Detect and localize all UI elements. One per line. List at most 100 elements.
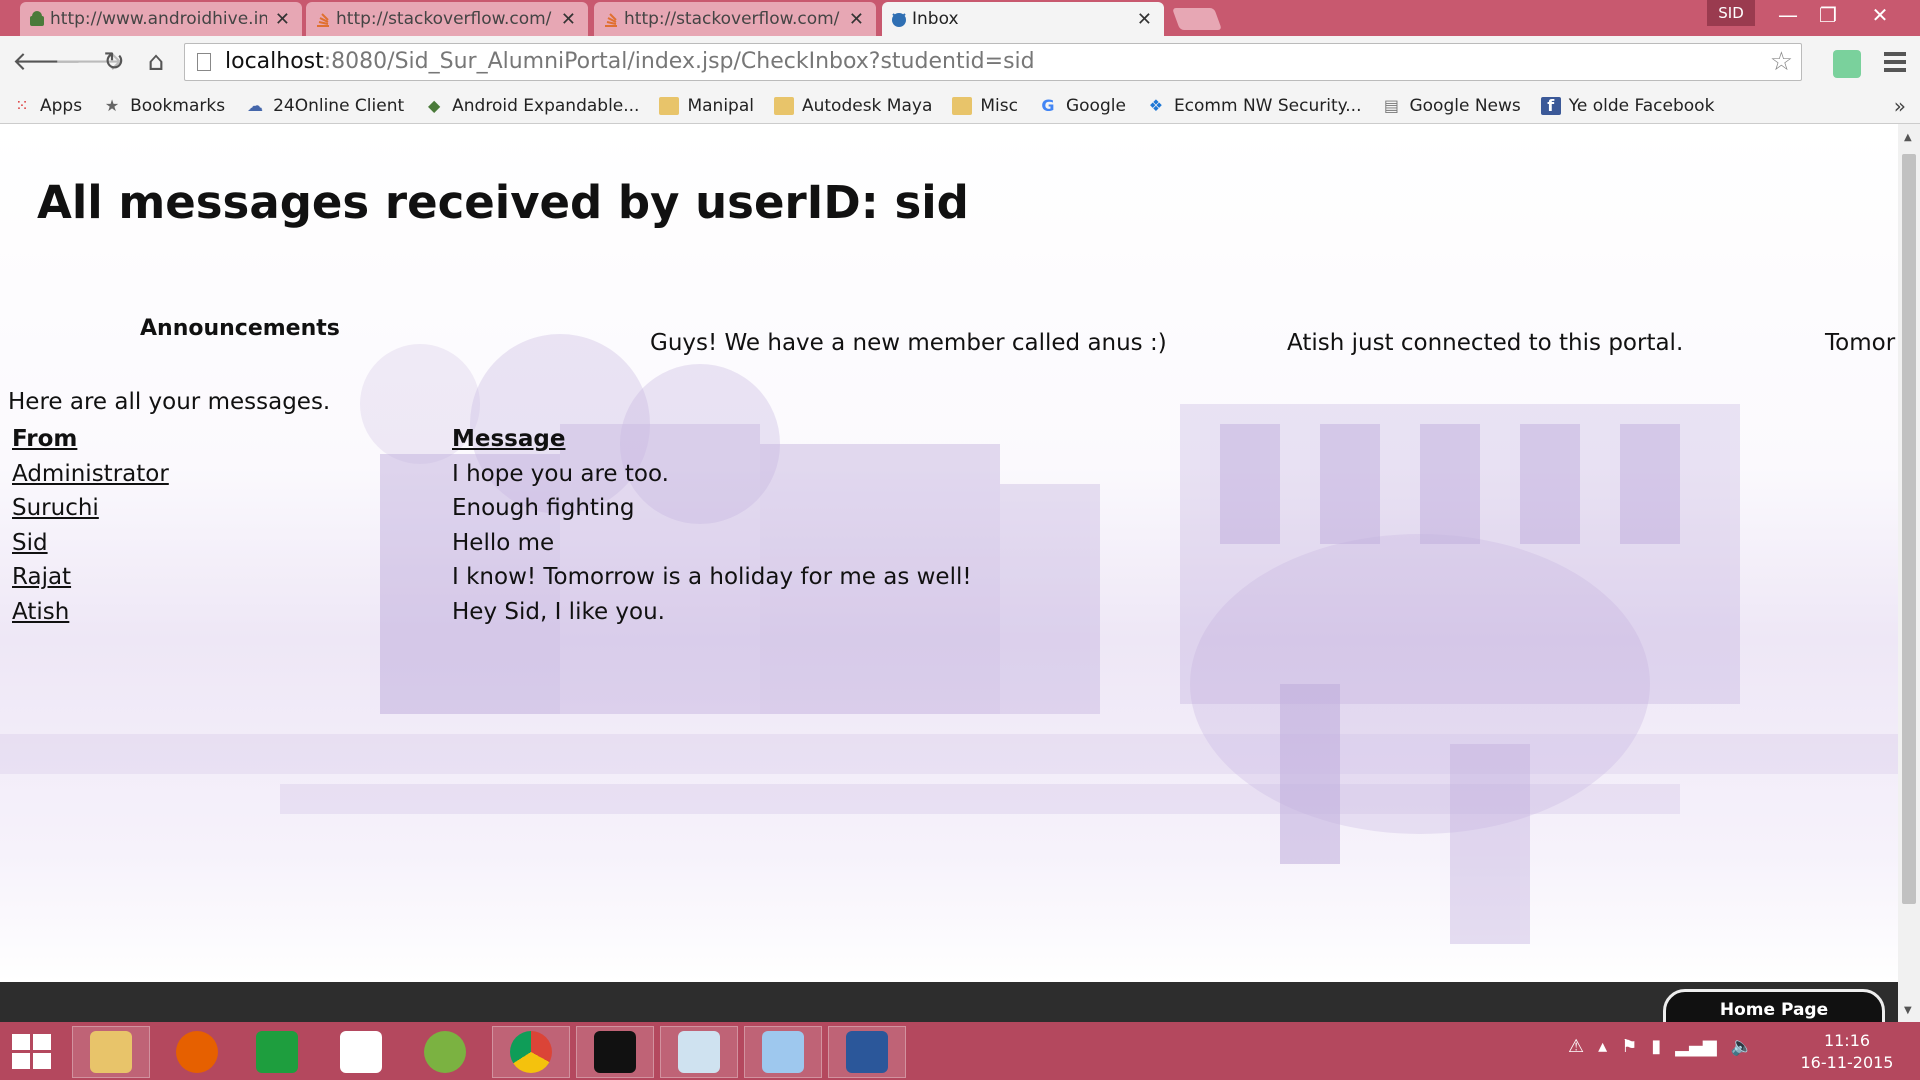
- browser-toolbar: 🡐 🡒 ↻ ⌂ localhost:8080/Sid_Sur_AlumniPor…: [0, 36, 1920, 88]
- utorrent-icon[interactable]: [406, 1026, 484, 1078]
- sender-link[interactable]: Administrator: [12, 461, 169, 487]
- bookmark-label: Android Expandable...: [452, 95, 640, 116]
- network-icon[interactable]: ▂▄▆: [1675, 1036, 1717, 1057]
- minimize-icon[interactable]: —: [1768, 0, 1808, 30]
- cmd-icon[interactable]: [576, 1026, 654, 1078]
- column-header-from[interactable]: From: [12, 426, 452, 452]
- scroll-down-icon[interactable]: ▼: [1904, 1005, 1912, 1016]
- star-icon: ★: [104, 95, 120, 115]
- tab-strip: http://www.androidhive.in ✕ http://stack…: [0, 0, 1920, 36]
- new-tab-button[interactable]: [1171, 8, 1223, 30]
- bookmark-manipal[interactable]: Manipal: [659, 96, 754, 116]
- windows-start-icon[interactable]: [12, 1034, 52, 1070]
- table-row: Atish Hey Sid, I like you.: [12, 595, 972, 630]
- bookmark-bookmarks[interactable]: ★ Bookmarks: [102, 96, 225, 116]
- bookmark-label: 24Online Client: [273, 95, 405, 116]
- apps-grid-icon: ⁙: [15, 95, 29, 115]
- table-row: Administrator I hope you are too.: [12, 457, 972, 492]
- android-icon: [30, 11, 44, 26]
- close-tab-icon[interactable]: ✕: [275, 9, 290, 30]
- reload-icon[interactable]: ↻: [98, 46, 130, 78]
- message-text: Hello me: [452, 529, 555, 556]
- bookmark-apps[interactable]: ⁙ Apps: [12, 96, 82, 116]
- close-tab-icon[interactable]: ✕: [561, 9, 576, 30]
- bookmark-label: Ecomm NW Security...: [1173, 95, 1362, 116]
- announcements-label: Announcements: [140, 316, 340, 341]
- tab-title: Inbox: [912, 9, 959, 29]
- bookmark-label: Google: [1065, 95, 1126, 116]
- restore-icon[interactable]: ❐: [1808, 0, 1848, 30]
- bookmarks-overflow-button[interactable]: »: [1894, 88, 1906, 124]
- sender-link[interactable]: Sid: [12, 530, 48, 556]
- close-tab-icon[interactable]: ✕: [1137, 9, 1152, 30]
- window-icon[interactable]: [660, 1026, 738, 1078]
- table-row: Rajat I know! Tomorrow is a holiday for …: [12, 560, 972, 595]
- message-text: I hope you are too.: [452, 460, 669, 487]
- tab-title: http://stackoverflow.com/: [624, 9, 840, 29]
- bookmark-label: Autodesk Maya: [801, 95, 933, 116]
- back-icon[interactable]: 🡐: [12, 46, 82, 78]
- scroll-up-icon[interactable]: ▲: [1904, 132, 1912, 143]
- bookmark-misc[interactable]: Misc: [952, 96, 1018, 116]
- bookmark-android[interactable]: ◆ Android Expandable...: [424, 96, 639, 116]
- show-hidden-icons-icon[interactable]: ▴: [1598, 1036, 1607, 1057]
- dropbox-icon[interactable]: [322, 1026, 400, 1078]
- url-host: localhost: [225, 49, 324, 74]
- taskbar-clock[interactable]: 11:16 16-11-2015: [1792, 1030, 1902, 1074]
- bookmark-maya[interactable]: Autodesk Maya: [773, 95, 933, 116]
- windows-taskbar: ⚠ ▴ ⚑ ▮ ▂▄▆ 🔈 11:16 16-11-2015: [0, 1022, 1920, 1080]
- virtualbox-icon[interactable]: [744, 1026, 822, 1078]
- file-explorer-icon[interactable]: [72, 1026, 150, 1078]
- bookmark-facebook[interactable]: f Ye olde Facebook: [1540, 95, 1715, 116]
- dropbox-icon: ❖: [1148, 95, 1164, 115]
- close-tab-icon[interactable]: ✕: [849, 9, 864, 30]
- google-icon: G: [1041, 95, 1055, 115]
- page-content: All messages received by userID: sid Ann…: [0, 124, 1898, 982]
- facebook-icon: f: [1540, 96, 1561, 115]
- extension-icon[interactable]: [1833, 50, 1861, 78]
- messages-intro: Here are all your messages.: [8, 389, 331, 415]
- message-text: I know! Tomorrow is a holiday for me as …: [452, 564, 972, 591]
- bookmark-star-icon[interactable]: ☆: [1770, 44, 1793, 80]
- sender-link[interactable]: Atish: [12, 599, 69, 625]
- word-icon[interactable]: [828, 1026, 906, 1078]
- tab-title: http://www.androidhive.in: [50, 9, 267, 29]
- chrome-icon[interactable]: [492, 1026, 570, 1078]
- action-center-flag-icon[interactable]: ⚑: [1621, 1036, 1637, 1057]
- bookmark-ecomm[interactable]: ❖ Ecomm NW Security...: [1146, 96, 1362, 116]
- page-scrollbar[interactable]: ▲ ▼: [1898, 124, 1920, 1022]
- sender-link[interactable]: Suruchi: [12, 495, 99, 521]
- home-icon[interactable]: ⌂: [140, 46, 172, 78]
- tab-stackoverflow-1[interactable]: http://stackoverflow.com/ ✕: [306, 2, 588, 36]
- close-window-icon[interactable]: ✕: [1860, 0, 1900, 30]
- bookmark-google[interactable]: G Google: [1038, 96, 1126, 116]
- bookmark-google-news[interactable]: ▤ Google News: [1381, 95, 1521, 116]
- power-icon[interactable]: ▮: [1651, 1036, 1661, 1057]
- bookmark-label: Manipal: [687, 95, 754, 116]
- forward-icon[interactable]: 🡒: [54, 46, 124, 78]
- java-update-icon[interactable]: ⚠: [1568, 1036, 1584, 1057]
- tab-title: http://stackoverflow.com/: [336, 9, 552, 29]
- stackoverflow-icon: [605, 13, 617, 27]
- folder-icon: [952, 96, 973, 115]
- address-bar[interactable]: localhost:8080/Sid_Sur_AlumniPortal/inde…: [184, 43, 1802, 81]
- sender-link[interactable]: Rajat: [12, 564, 71, 590]
- store-icon[interactable]: [238, 1026, 316, 1078]
- table-header: From Message: [12, 422, 972, 457]
- bookmark-24online[interactable]: ☁ 24Online Client: [245, 96, 404, 116]
- scrollbar-thumb[interactable]: [1902, 154, 1916, 904]
- bookmark-label: Ye olde Facebook: [1568, 95, 1715, 116]
- tab-androidhive[interactable]: http://www.androidhive.in ✕: [20, 2, 302, 36]
- bookmark-label: Bookmarks: [130, 95, 226, 116]
- firefox-icon[interactable]: [158, 1026, 236, 1078]
- announcement-item: Atish just connected to this portal.: [1287, 330, 1684, 356]
- cloud-icon: ☁: [247, 95, 264, 115]
- volume-icon[interactable]: 🔈: [1731, 1036, 1753, 1057]
- tab-inbox[interactable]: Inbox ✕: [882, 2, 1164, 36]
- android-icon: ◆: [428, 95, 441, 115]
- profile-button[interactable]: SID: [1707, 0, 1755, 26]
- column-header-message[interactable]: Message: [452, 426, 565, 452]
- news-icon: ▤: [1383, 95, 1400, 115]
- chrome-menu-icon[interactable]: [1880, 48, 1910, 78]
- tab-stackoverflow-2[interactable]: http://stackoverflow.com/ ✕: [594, 2, 876, 36]
